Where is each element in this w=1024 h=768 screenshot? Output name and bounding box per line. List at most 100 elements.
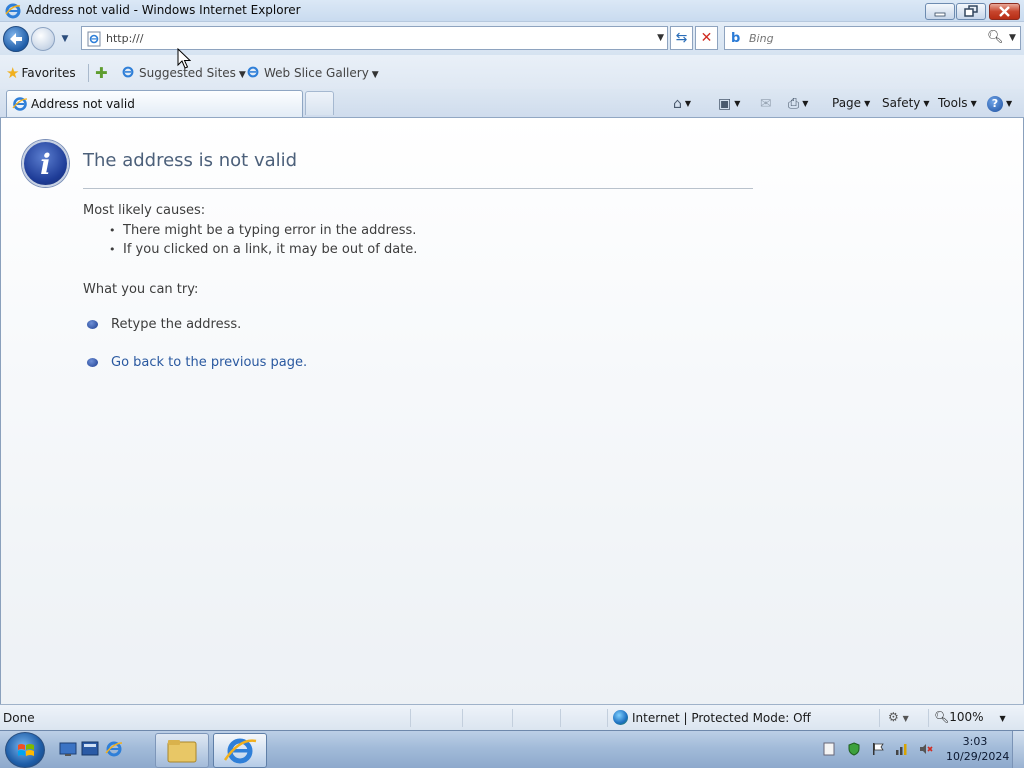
network-icon[interactable] (895, 742, 909, 756)
print-button[interactable]: ⎙ ▼ (788, 93, 808, 113)
chevron-down-icon: ▼ (684, 98, 692, 108)
ie-page-icon (122, 66, 134, 78)
status-bar: Done Internet | Protected Mode: Off ⚙ ▼ … (0, 704, 1024, 730)
page-title: The address is not valid (83, 150, 298, 171)
zoom-control[interactable]: 🔍︎100% ▼ (934, 710, 1006, 724)
ie-taskbar-button[interactable] (213, 733, 267, 768)
web-slice-gallery-label: Web Slice Gallery (264, 66, 369, 80)
search-options-dropdown[interactable]: ▼ (1009, 33, 1016, 43)
tools-menu-label: Tools (938, 96, 968, 110)
tab-row: Address not valid ⌂ ▼ ▣ ▼ ✉ ⎙ ▼ Page ▼ Safet… (0, 89, 1024, 118)
safety-menu-label: Safety (882, 96, 921, 110)
zoom-icon: 🔍︎ (934, 710, 950, 724)
chevron-down-icon: ▼ (999, 714, 1006, 723)
close-button[interactable] (989, 3, 1020, 20)
magnifier-icon[interactable]: 🔍︎ (987, 30, 1004, 45)
separator (560, 709, 561, 727)
security-shield-icon[interactable] (847, 742, 861, 756)
web-slice-gallery-link[interactable]: Web Slice Gallery ▼ (246, 65, 379, 80)
system-clock[interactable]: 3:03 10/29/2024 (946, 734, 1010, 764)
separator (879, 709, 880, 727)
explorer-taskbar-button[interactable] (155, 733, 209, 768)
bullet-icon (87, 358, 98, 367)
ie-app-icon[interactable] (5, 3, 21, 19)
mail-icon: ✉ (760, 95, 772, 112)
separator (512, 709, 513, 727)
new-tab-button[interactable] (305, 91, 334, 115)
help-icon: ? (987, 95, 1003, 112)
add-to-favorites-icon[interactable]: ✚ (95, 64, 108, 82)
back-button[interactable] (3, 26, 29, 52)
back-arrow-icon (10, 33, 22, 45)
stop-button[interactable]: ✕ (695, 26, 718, 50)
forward-arrow-icon (32, 28, 54, 50)
favorites-bar: ★ Favorites ✚ Suggested Sites ▼ Web Slice … (0, 55, 1024, 89)
window-title: Address not valid - Windows Internet Exp… (26, 3, 301, 17)
security-zone[interactable]: Internet | Protected Mode: Off (613, 710, 811, 725)
show-desktop-icon[interactable] (59, 740, 77, 758)
stop-icon: ✕ (700, 30, 713, 46)
zoom-level: 100% (949, 710, 984, 724)
ie-page-icon (12, 97, 28, 111)
mouse-pointer-icon (177, 48, 191, 69)
chevron-down-icon: ▼ (238, 70, 246, 80)
printer-icon: ⎙ (788, 95, 800, 112)
tools-menu[interactable]: Tools ▼ (938, 93, 977, 113)
clock-time: 3:03 (962, 735, 988, 748)
page-menu-label: Page (832, 96, 862, 110)
page-content: i The address is not valid Most likely c… (0, 118, 1024, 704)
refresh-button[interactable]: ⇆ (670, 26, 693, 50)
address-bar[interactable]: ▼ (81, 26, 668, 50)
minimize-button[interactable] (925, 3, 955, 20)
status-text: Done (3, 711, 35, 725)
safety-menu[interactable]: Safety ▼ (882, 93, 930, 113)
home-button[interactable]: ⌂ ▼ (673, 93, 691, 113)
protected-mode-tool[interactable]: ⚙ ▼ (888, 710, 909, 724)
chevron-down-icon: ▼ (923, 98, 930, 108)
ie-page-icon (247, 66, 259, 78)
title-bar: Address not valid - Windows Internet Exp… (0, 0, 1024, 22)
forward-button[interactable] (31, 27, 55, 51)
recent-pages-dropdown[interactable]: ▼ (58, 33, 72, 45)
address-dropdown-icon[interactable]: ▼ (657, 33, 664, 43)
separator (928, 709, 929, 727)
page-menu[interactable]: Page ▼ (832, 93, 870, 113)
chevron-down-icon: ▼ (1006, 98, 1013, 108)
restore-icon (964, 5, 978, 17)
help-menu[interactable]: ? ▼ (987, 93, 1012, 113)
chevron-down-icon: ▼ (371, 70, 379, 80)
go-back-link[interactable]: Go back to the previous page. (111, 355, 307, 370)
show-desktop-button[interactable] (1012, 731, 1024, 768)
restore-button[interactable] (956, 3, 986, 20)
chevron-down-icon: ▼ (902, 714, 909, 723)
search-box[interactable]: b 🔍︎ ▼ (724, 26, 1021, 50)
feeds-button[interactable]: ▣ ▼ (718, 93, 740, 113)
causes-heading: Most likely causes: (83, 203, 206, 218)
chevron-down-icon: ▼ (970, 98, 977, 108)
bullet-icon (87, 320, 98, 329)
start-button[interactable] (5, 732, 45, 768)
flag-icon[interactable] (871, 742, 885, 756)
search-input[interactable] (749, 30, 979, 46)
clock-date: 10/29/2024 (946, 750, 1010, 763)
favorites-button[interactable]: ★ Favorites (6, 64, 76, 82)
gear-icon: ⚙ (888, 710, 899, 724)
navigation-bar: ▼ ▼ ⇆ ✕ b 🔍︎ ▼ (0, 22, 1024, 55)
favorites-label: Favorites (21, 66, 76, 80)
divider (83, 188, 753, 189)
taskbar: 3:03 10/29/2024 (0, 730, 1024, 768)
chevron-down-icon: ▼ (864, 98, 871, 108)
ie-quicklaunch-icon[interactable] (105, 740, 123, 758)
separator (410, 709, 411, 727)
home-icon: ⌂ (673, 95, 682, 112)
cause-item: There might be a typing error in the add… (109, 223, 416, 238)
volume-muted-icon[interactable] (919, 742, 933, 756)
action-center-icon[interactable] (822, 742, 836, 756)
tab-address-not-valid[interactable]: Address not valid (6, 90, 303, 117)
address-input[interactable] (106, 30, 646, 46)
chevron-down-icon: ▼ (734, 98, 741, 108)
close-icon (999, 6, 1010, 17)
separator (607, 709, 608, 727)
server-manager-icon[interactable] (81, 740, 99, 758)
read-mail-button[interactable]: ✉ (760, 93, 772, 113)
